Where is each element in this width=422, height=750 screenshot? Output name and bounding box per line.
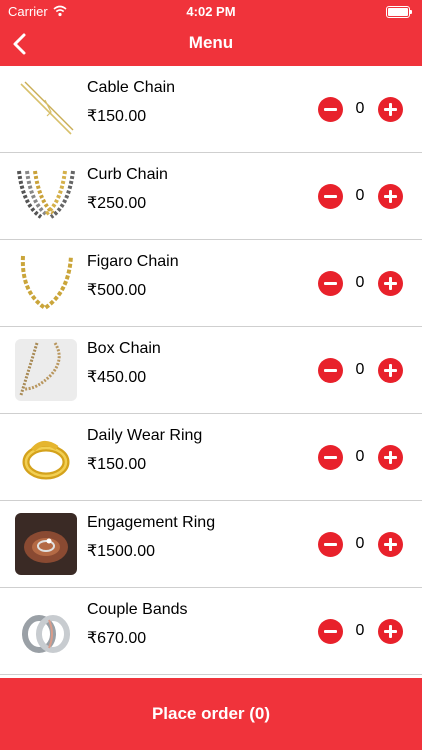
place-order-button[interactable]: Place order (0) — [0, 678, 422, 750]
list-item[interactable]: Curb Chain ₹250.00 0 — [0, 153, 422, 240]
minus-icon — [324, 369, 337, 372]
increase-button[interactable] — [378, 97, 403, 122]
item-image — [15, 339, 77, 401]
increase-button[interactable] — [378, 271, 403, 296]
list-item[interactable]: Daily Wear Ring ₹150.00 0 — [0, 414, 422, 501]
quantity-value: 0 — [355, 100, 365, 117]
quantity-value: 0 — [355, 187, 365, 204]
increase-button[interactable] — [378, 184, 403, 209]
item-image — [15, 513, 77, 575]
gold-ring-image — [15, 426, 77, 488]
item-price: ₹150.00 — [87, 108, 147, 125]
list-item[interactable]: Engagement Ring ₹1500.00 0 — [0, 501, 422, 588]
increase-button[interactable] — [378, 358, 403, 383]
increase-button[interactable] — [378, 532, 403, 557]
battery-icon — [386, 6, 412, 18]
decrease-button[interactable] — [318, 358, 343, 383]
increase-button[interactable] — [378, 445, 403, 470]
cable-chain-image — [15, 78, 77, 140]
increase-button[interactable] — [378, 619, 403, 644]
item-price: ₹250.00 — [87, 195, 147, 212]
decrease-button[interactable] — [318, 184, 343, 209]
minus-icon — [324, 543, 337, 546]
list-item[interactable]: Box Chain ₹450.00 0 — [0, 327, 422, 414]
curb-chain-image — [15, 165, 77, 227]
box-chain-image — [15, 339, 77, 401]
minus-icon — [324, 282, 337, 285]
decrease-button[interactable] — [318, 445, 343, 470]
list-item[interactable]: Couple Bands ₹670.00 0 — [0, 588, 422, 675]
item-image — [15, 78, 77, 140]
app-header: Carrier 4:02 PM Menu — [0, 0, 422, 66]
item-image — [15, 165, 77, 227]
minus-icon — [324, 630, 337, 633]
item-name: Box Chain — [87, 340, 161, 357]
item-price: ₹450.00 — [87, 369, 147, 386]
decrease-button[interactable] — [318, 619, 343, 644]
figaro-chain-image — [15, 252, 77, 314]
item-name: Figaro Chain — [87, 253, 179, 270]
quantity-value: 0 — [355, 535, 365, 552]
item-image — [15, 252, 77, 314]
quantity-value: 0 — [355, 274, 365, 291]
couple-bands-image — [15, 600, 77, 662]
item-name: Daily Wear Ring — [87, 427, 203, 444]
decrease-button[interactable] — [318, 532, 343, 557]
item-price: ₹150.00 — [87, 456, 147, 473]
item-image — [15, 426, 77, 488]
item-name: Curb Chain — [87, 166, 168, 183]
item-name: Engagement Ring — [87, 514, 216, 531]
page-title: Menu — [188, 33, 234, 52]
item-name: Cable Chain — [87, 79, 176, 96]
status-time: 4:02 PM — [186, 4, 236, 19]
quantity-value: 0 — [355, 361, 365, 378]
menu-list: Cable Chain ₹150.00 0 Curb Chain ₹250.00… — [0, 66, 422, 675]
item-price: ₹1500.00 — [87, 543, 156, 560]
quantity-value: 0 — [355, 448, 365, 465]
item-image — [15, 600, 77, 662]
item-price: ₹500.00 — [87, 282, 147, 299]
item-name: Couple Bands — [87, 601, 188, 618]
status-bar: Carrier 4:02 PM — [0, 0, 422, 22]
list-item[interactable]: Figaro Chain ₹500.00 0 — [0, 240, 422, 327]
minus-icon — [324, 456, 337, 459]
quantity-value: 0 — [355, 622, 365, 639]
minus-icon — [324, 108, 337, 111]
minus-icon — [324, 195, 337, 198]
engagement-ring-image — [15, 513, 77, 575]
decrease-button[interactable] — [318, 97, 343, 122]
list-item[interactable]: Cable Chain ₹150.00 0 — [0, 66, 422, 153]
decrease-button[interactable] — [318, 271, 343, 296]
item-price: ₹670.00 — [87, 630, 147, 647]
